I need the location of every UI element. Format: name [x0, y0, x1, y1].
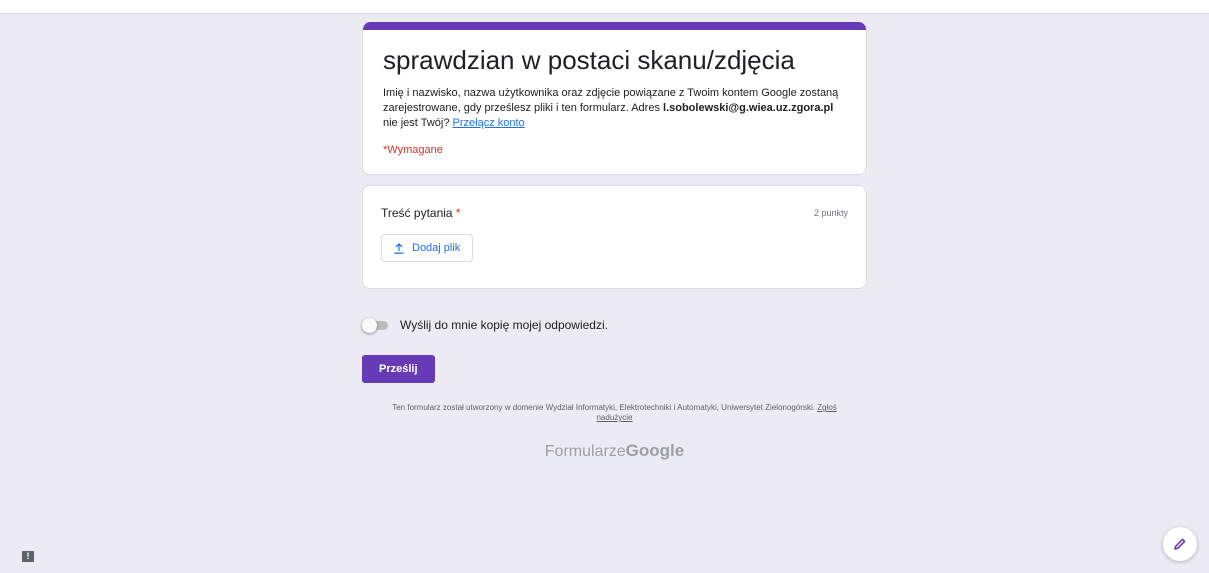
toggle-thumb	[362, 318, 377, 333]
form-header-card: sprawdzian w postaci skanu/zdjęcia Imię …	[362, 22, 867, 175]
send-copy-label: Wyślij do mnie kopię mojej odpowiedzi.	[400, 318, 608, 332]
feedback-icon[interactable]: !	[22, 551, 34, 562]
question-title: Treść pytania *	[381, 206, 461, 220]
brand-google: Google	[625, 441, 685, 460]
question-title-text: Treść pytania	[381, 206, 453, 220]
form-desc-text-2: nie jest Twój?	[383, 117, 453, 129]
pencil-icon	[1174, 538, 1186, 550]
google-forms-brand[interactable]: FormularzeGoogle	[362, 441, 867, 461]
upload-icon	[394, 242, 404, 254]
header-accent	[363, 22, 866, 30]
send-copy-toggle[interactable]	[362, 318, 388, 333]
form-title: sprawdzian w postaci skanu/zdjęcia	[383, 45, 795, 75]
submit-button[interactable]: Prześlij	[362, 355, 435, 383]
form-description: Imię i nazwisko, nazwa użytkownika oraz …	[383, 86, 846, 131]
brand-prefix: Formularze	[544, 443, 626, 460]
form-container: sprawdzian w postaci skanu/zdjęcia Imię …	[362, 22, 867, 461]
send-copy-row: Wyślij do mnie kopię mojej odpowiedzi.	[362, 315, 867, 335]
edit-button[interactable]	[1163, 527, 1197, 561]
top-bar	[0, 0, 1209, 14]
add-file-button[interactable]: Dodaj plik	[381, 234, 474, 262]
footer-note-text: Ten formularz został utworzony w domenie…	[392, 403, 818, 412]
question-card: Treść pytania * 2 punkty Dodaj plik	[362, 185, 867, 289]
footer-note: Ten formularz został utworzony w domenie…	[362, 403, 867, 423]
question-points: 2 punkty	[813, 208, 848, 218]
required-asterisk: *	[452, 206, 461, 220]
account-email: l.sobolewski@g.wiea.uz.zgora.pl	[663, 102, 834, 114]
switch-account-link[interactable]: Przełącz konto	[453, 117, 525, 129]
question-header: Treść pytania * 2 punkty	[381, 206, 848, 220]
required-note: *Wymagane	[383, 144, 443, 156]
add-file-label: Dodaj plik	[412, 242, 461, 254]
